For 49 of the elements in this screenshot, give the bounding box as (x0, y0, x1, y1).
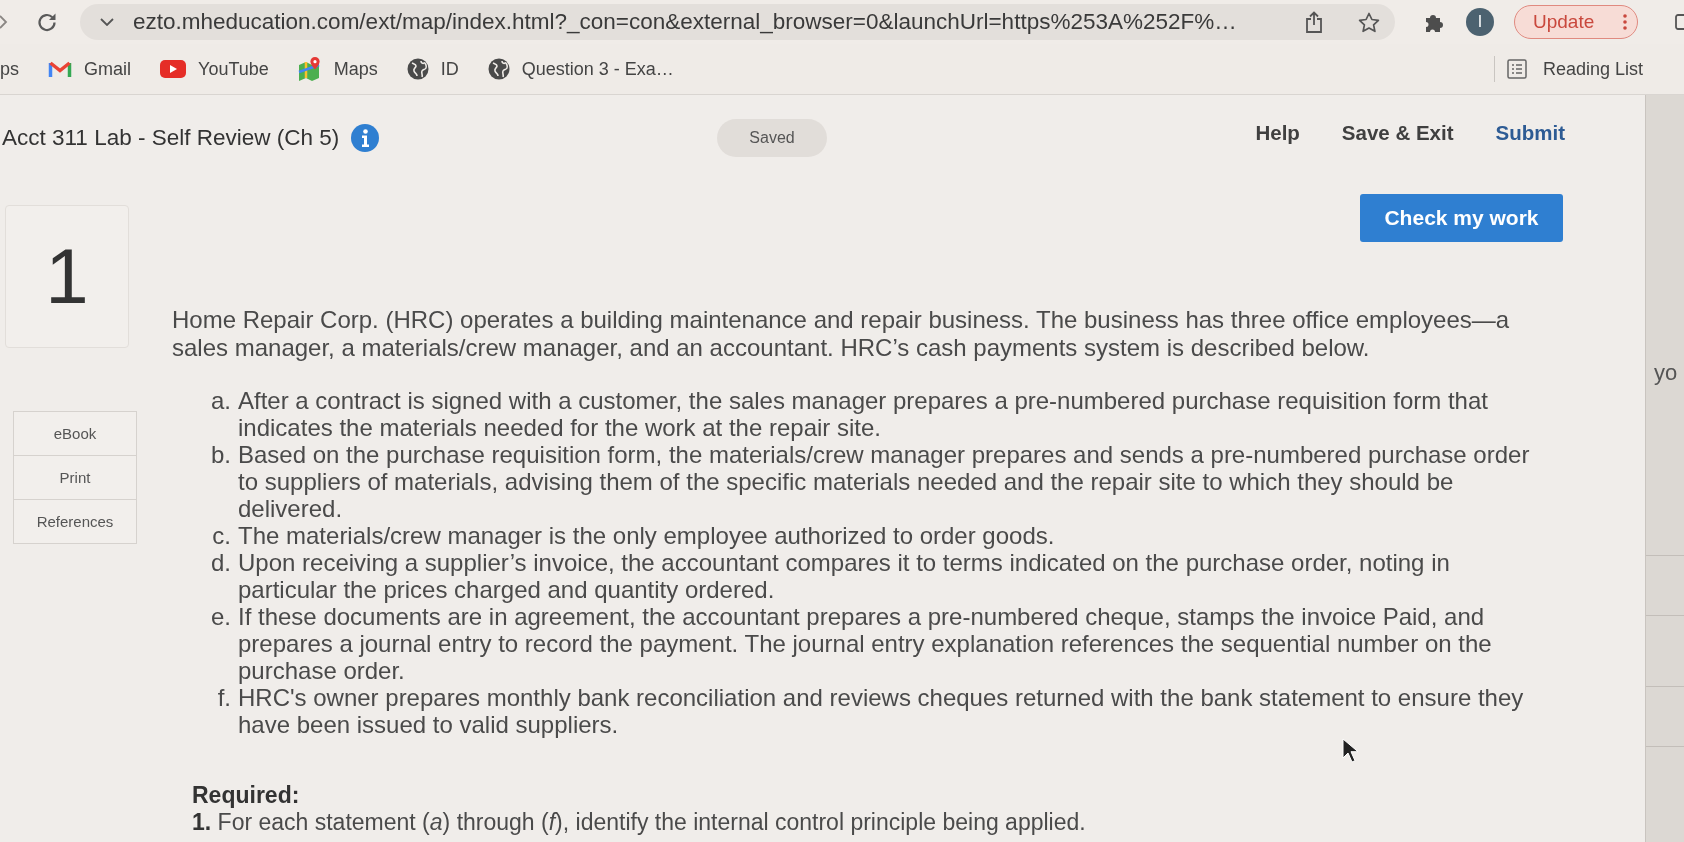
star-icon[interactable] (1358, 11, 1380, 33)
assignment-title: Acct 311 Lab - Self Review (Ch 5) (2, 125, 340, 151)
map-pin-icon (297, 57, 322, 81)
item-letter: d. (210, 549, 231, 578)
check-work-button[interactable]: Check my work (1360, 194, 1563, 242)
sidebar-button[interactable]: References (13, 499, 137, 544)
globe-icon (487, 58, 510, 80)
intro-paragraph: Home Repair Corp. (HRC) operates a building maintenance and repair business. The business has three office employees—a sales manager, a materials/crew manager, and an accountant. HRC’s cash payments system is described below. (172, 306, 1511, 362)
statement-text: After a contract is signed with a customer, the sales manager prepares a pre-numbered purchase requisition form that indicates the materials needed for the work at the repair site. (238, 387, 1489, 441)
bookmark-link[interactable]: Gmail (48, 58, 132, 80)
bookmark-link[interactable]: Question 3 - Exa… (487, 58, 674, 80)
update-button[interactable]: Update (1514, 5, 1638, 39)
address-bar[interactable]: ezto.mheducation.com/ext/map/index.html?_con=con&external_browser=0&launchUrl=https%253A%252F%… (80, 4, 1395, 40)
share-icon[interactable] (1305, 11, 1323, 33)
statement-text: HRC's owner prepares monthly bank reconciliation and reviews cheques returned with the bank statement to ensure they have been issued to valid suppliers. (238, 684, 1525, 738)
statement-text: The materials/crew manager is the only employee authorized to order goods. (238, 522, 1056, 549)
reload-icon[interactable] (36, 11, 58, 33)
more-menu-icon (1623, 14, 1627, 30)
info-icon[interactable] (351, 124, 380, 152)
profile-avatar[interactable]: I (1466, 8, 1494, 36)
chevron-down-icon[interactable] (100, 18, 114, 26)
cursor-icon (1342, 738, 1358, 763)
bookmark-link[interactable]: YouTube (160, 58, 269, 80)
item-letter: f. (216, 684, 231, 713)
item-letter: b. (210, 441, 231, 470)
list-icon (1506, 59, 1527, 79)
bookmark-link[interactable]: ID (406, 58, 459, 80)
sidebar-button[interactable]: eBook (13, 411, 137, 456)
sidebar-button[interactable]: Print (13, 455, 137, 500)
statement-text: If these documents are in agreement, the accountant prepares a pre-numbered cheque, stamps the invoice Paid, and prepares a journal entry to record the payment. The journal entry explanation references the sequential number on the purchase order. (238, 603, 1493, 684)
required-heading: Required: (192, 782, 300, 809)
globe-icon (406, 58, 429, 80)
item-letter: a. (210, 387, 231, 416)
item-letter: e. (210, 603, 231, 632)
bookmark-link[interactable]: ps (0, 58, 19, 80)
bookmark-link[interactable]: Maps (297, 57, 378, 81)
question-number: 1 (5, 205, 129, 348)
header-link[interactable]: Submit (1495, 121, 1565, 145)
statement-text: Upon receiving a supplier’s invoice, the accountant compares it to terms indicated on the purchase order, noting in particular the prices charged and quantity ordered. (238, 549, 1451, 603)
statement-text: Based on the purchase requisition form, the materials/crew manager prepares and sends a pre-numbered purchase order to suppliers of materials, advising them of the specific materials needed and the repair site to which they should be delivered. (238, 441, 1531, 522)
item-letter: c. (211, 522, 231, 549)
requirement-text: 1. For each statement (a) through (f), identify the internal control principle being applied. (192, 809, 1086, 836)
mail-icon (48, 60, 72, 78)
header-link[interactable]: Save & Exit (1341, 121, 1454, 145)
video-play-icon (160, 60, 187, 78)
header-link[interactable]: Help (1255, 121, 1300, 145)
reading-list-link[interactable]: Reading List (1506, 58, 1643, 80)
save-status-badge: Saved (717, 119, 827, 157)
panel-text: yo (1654, 359, 1679, 387)
